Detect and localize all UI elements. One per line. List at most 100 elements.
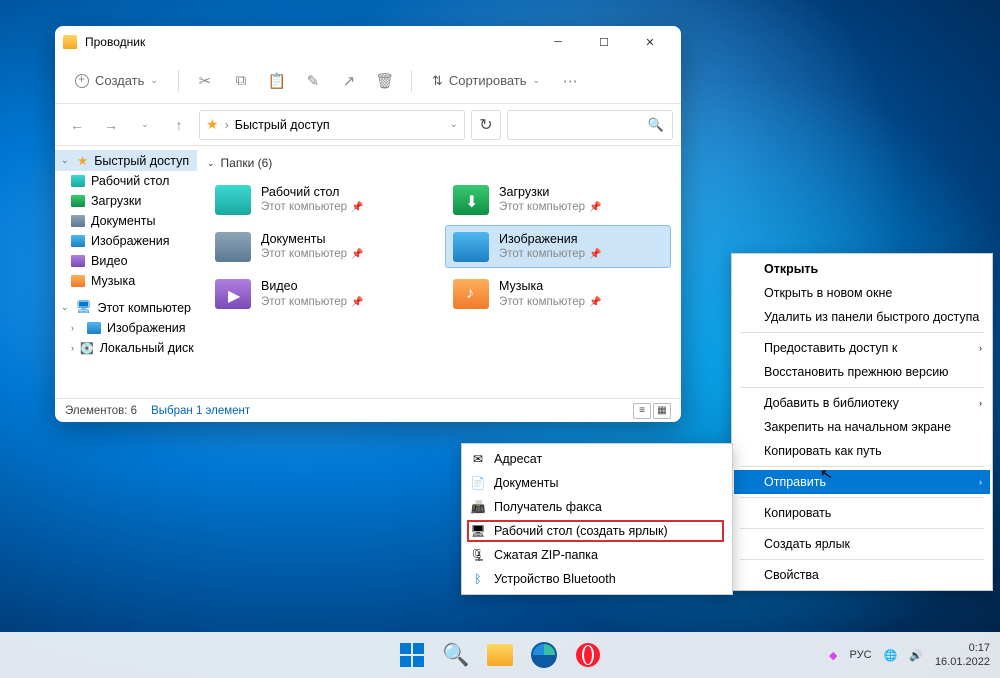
clock-date: 16.01.2022 (935, 655, 990, 669)
history-dropdown[interactable]: ⌄ (131, 111, 159, 139)
up-button[interactable]: ↑ (165, 111, 193, 139)
sidebar-documents[interactable]: Документы (55, 211, 197, 231)
zip-icon: 🗜 (470, 547, 486, 563)
context-menu: Открыть Открыть в новом окне Удалить из … (731, 253, 993, 591)
navbar: ← → ⌄ ↑ ★ › Быстрый доступ ⌄ ↻ 🔍 (55, 104, 681, 146)
titlebar[interactable]: Проводник ─ ☐ ✕ (55, 26, 681, 58)
fax-icon: 📠 (470, 499, 486, 515)
item-count: Элементов: 6 (65, 405, 137, 417)
tray-app-icon[interactable]: ◆ (829, 649, 837, 662)
explorer-window: Проводник ─ ☐ ✕ Создать ⌄ ✂ ⧉ 📋 ✎ ↗ 🗑 ⇅ … (55, 26, 681, 422)
folder-icon (63, 35, 77, 49)
share-icon[interactable]: ↗ (333, 65, 365, 97)
section-header[interactable]: ⌄Папки (6) (207, 152, 671, 178)
separator (411, 70, 412, 92)
sendto-zip[interactable]: 🗜Сжатая ZIP-папка (464, 543, 730, 567)
new-button[interactable]: Создать ⌄ (65, 67, 168, 94)
folder-videos[interactable]: ▶ВидеоЭтот компьютер📌 (207, 272, 433, 315)
sidebar-videos[interactable]: Видео (55, 251, 197, 271)
address-bar[interactable]: ★ › Быстрый доступ ⌄ (199, 110, 465, 140)
sort-label: Сортировать (449, 73, 527, 88)
sendto-desktop-shortcut[interactable]: 🖥Рабочий стол (создать ярлык) (464, 519, 730, 543)
view-tiles-button[interactable]: ▦ (653, 403, 671, 419)
separator (178, 70, 179, 92)
plus-icon (75, 74, 89, 88)
sidebar: ⌄★Быстрый доступ Рабочий стол Загрузки Д… (55, 146, 197, 398)
sidebar-pictures[interactable]: Изображения (55, 231, 197, 251)
back-button[interactable]: ← (63, 111, 91, 139)
separator (740, 332, 984, 333)
sort-button[interactable]: ⇅ Сортировать ⌄ (422, 67, 550, 95)
tray-language[interactable]: РУС (850, 649, 872, 661)
sendto-documents[interactable]: 📄Документы (464, 471, 730, 495)
ctx-copy[interactable]: Копировать (734, 501, 990, 525)
rename-icon[interactable]: ✎ (297, 65, 329, 97)
breadcrumb: Быстрый доступ (235, 118, 330, 132)
ctx-send-to[interactable]: Отправить› (734, 470, 990, 494)
ctx-copy-path[interactable]: Копировать как путь (734, 439, 990, 463)
ctx-pin-start[interactable]: Закрепить на начальном экране (734, 415, 990, 439)
separator (740, 528, 984, 529)
ctx-properties[interactable]: Свойства (734, 563, 990, 587)
tray-network-icon[interactable]: 🌐 (884, 649, 898, 662)
clock-time: 0:17 (935, 641, 990, 655)
tray-clock[interactable]: 0:17 16.01.2022 (935, 641, 990, 670)
maximize-button[interactable]: ☐ (581, 26, 627, 58)
ctx-library[interactable]: Добавить в библиотеку› (734, 391, 990, 415)
sidebar-desktop[interactable]: Рабочий стол (55, 171, 197, 191)
ctx-restore[interactable]: Восстановить прежнюю версию (734, 360, 990, 384)
sendto-recipient[interactable]: ✉Адресат (464, 447, 730, 471)
sort-icon: ⇅ (432, 73, 443, 89)
mail-icon: ✉ (470, 451, 486, 467)
bluetooth-icon: ᛒ (470, 571, 486, 587)
forward-button[interactable]: → (97, 111, 125, 139)
delete-icon[interactable]: 🗑 (369, 65, 401, 97)
ctx-open-new-window[interactable]: Открыть в новом окне (734, 281, 990, 305)
ctx-share[interactable]: Предоставить доступ к› (734, 336, 990, 360)
copy-icon[interactable]: ⧉ (225, 65, 257, 97)
more-icon[interactable]: ⋯ (554, 65, 586, 97)
ctx-open[interactable]: Открыть (734, 257, 990, 281)
selection-count: Выбран 1 элемент (151, 405, 250, 417)
system-tray: ◆ РУС 🌐 🔊 0:17 16.01.2022 (829, 641, 990, 670)
folder-downloads[interactable]: ⬇ЗагрузкиЭтот компьютер📌 (445, 178, 671, 221)
window-title: Проводник (85, 35, 535, 49)
sendto-submenu: ✉Адресат 📄Документы 📠Получатель факса 🖥Р… (461, 443, 733, 595)
taskbar-search[interactable]: 🔍 (437, 636, 475, 674)
search-icon: 🔍 (648, 117, 664, 133)
taskbar: 🔍 ◆ РУС 🌐 🔊 0:17 16.01.2022 (0, 632, 1000, 678)
desktop-icon: 🖥 (470, 523, 486, 539)
folder-desktop[interactable]: Рабочий столЭтот компьютер📌 (207, 178, 433, 221)
search-input[interactable]: 🔍 (507, 110, 673, 140)
ctx-unpin[interactable]: Удалить из панели быстрого доступа (734, 305, 990, 329)
star-icon: ★ (206, 116, 219, 133)
separator (740, 497, 984, 498)
sendto-bluetooth[interactable]: ᛒУстройство Bluetooth (464, 567, 730, 591)
sidebar-this-pc[interactable]: ⌄🖥Этот компьютер (55, 297, 197, 318)
separator (740, 559, 984, 560)
taskbar-opera[interactable] (569, 636, 607, 674)
sidebar-local-disk[interactable]: ›💽Локальный диск (55, 338, 197, 358)
view-details-button[interactable]: ≡ (633, 403, 651, 419)
folder-music[interactable]: ♪МузыкаЭтот компьютер📌 (445, 272, 671, 315)
ctx-shortcut[interactable]: Создать ярлык (734, 532, 990, 556)
cut-icon[interactable]: ✂ (189, 65, 221, 97)
documents-icon: 📄 (470, 475, 486, 491)
content-area: ⌄Папки (6) Рабочий столЭтот компьютер📌 ⬇… (197, 146, 681, 398)
close-button[interactable]: ✕ (627, 26, 673, 58)
tray-volume-icon[interactable]: 🔊 (909, 649, 923, 662)
taskbar-explorer[interactable] (481, 636, 519, 674)
sidebar-pictures-pc[interactable]: ›Изображения (55, 318, 197, 338)
folder-documents[interactable]: ДокументыЭтот компьютер📌 (207, 225, 433, 268)
sidebar-downloads[interactable]: Загрузки (55, 191, 197, 211)
start-button[interactable] (393, 636, 431, 674)
minimize-button[interactable]: ─ (535, 26, 581, 58)
sendto-fax[interactable]: 📠Получатель факса (464, 495, 730, 519)
sidebar-music[interactable]: Музыка (55, 271, 197, 291)
refresh-button[interactable]: ↻ (471, 110, 501, 140)
folder-pictures[interactable]: ИзображенияЭтот компьютер📌 (445, 225, 671, 268)
taskbar-edge[interactable] (525, 636, 563, 674)
toolbar: Создать ⌄ ✂ ⧉ 📋 ✎ ↗ 🗑 ⇅ Сортировать ⌄ ⋯ (55, 58, 681, 104)
sidebar-quick-access[interactable]: ⌄★Быстрый доступ (55, 150, 197, 171)
paste-icon[interactable]: 📋 (261, 65, 293, 97)
